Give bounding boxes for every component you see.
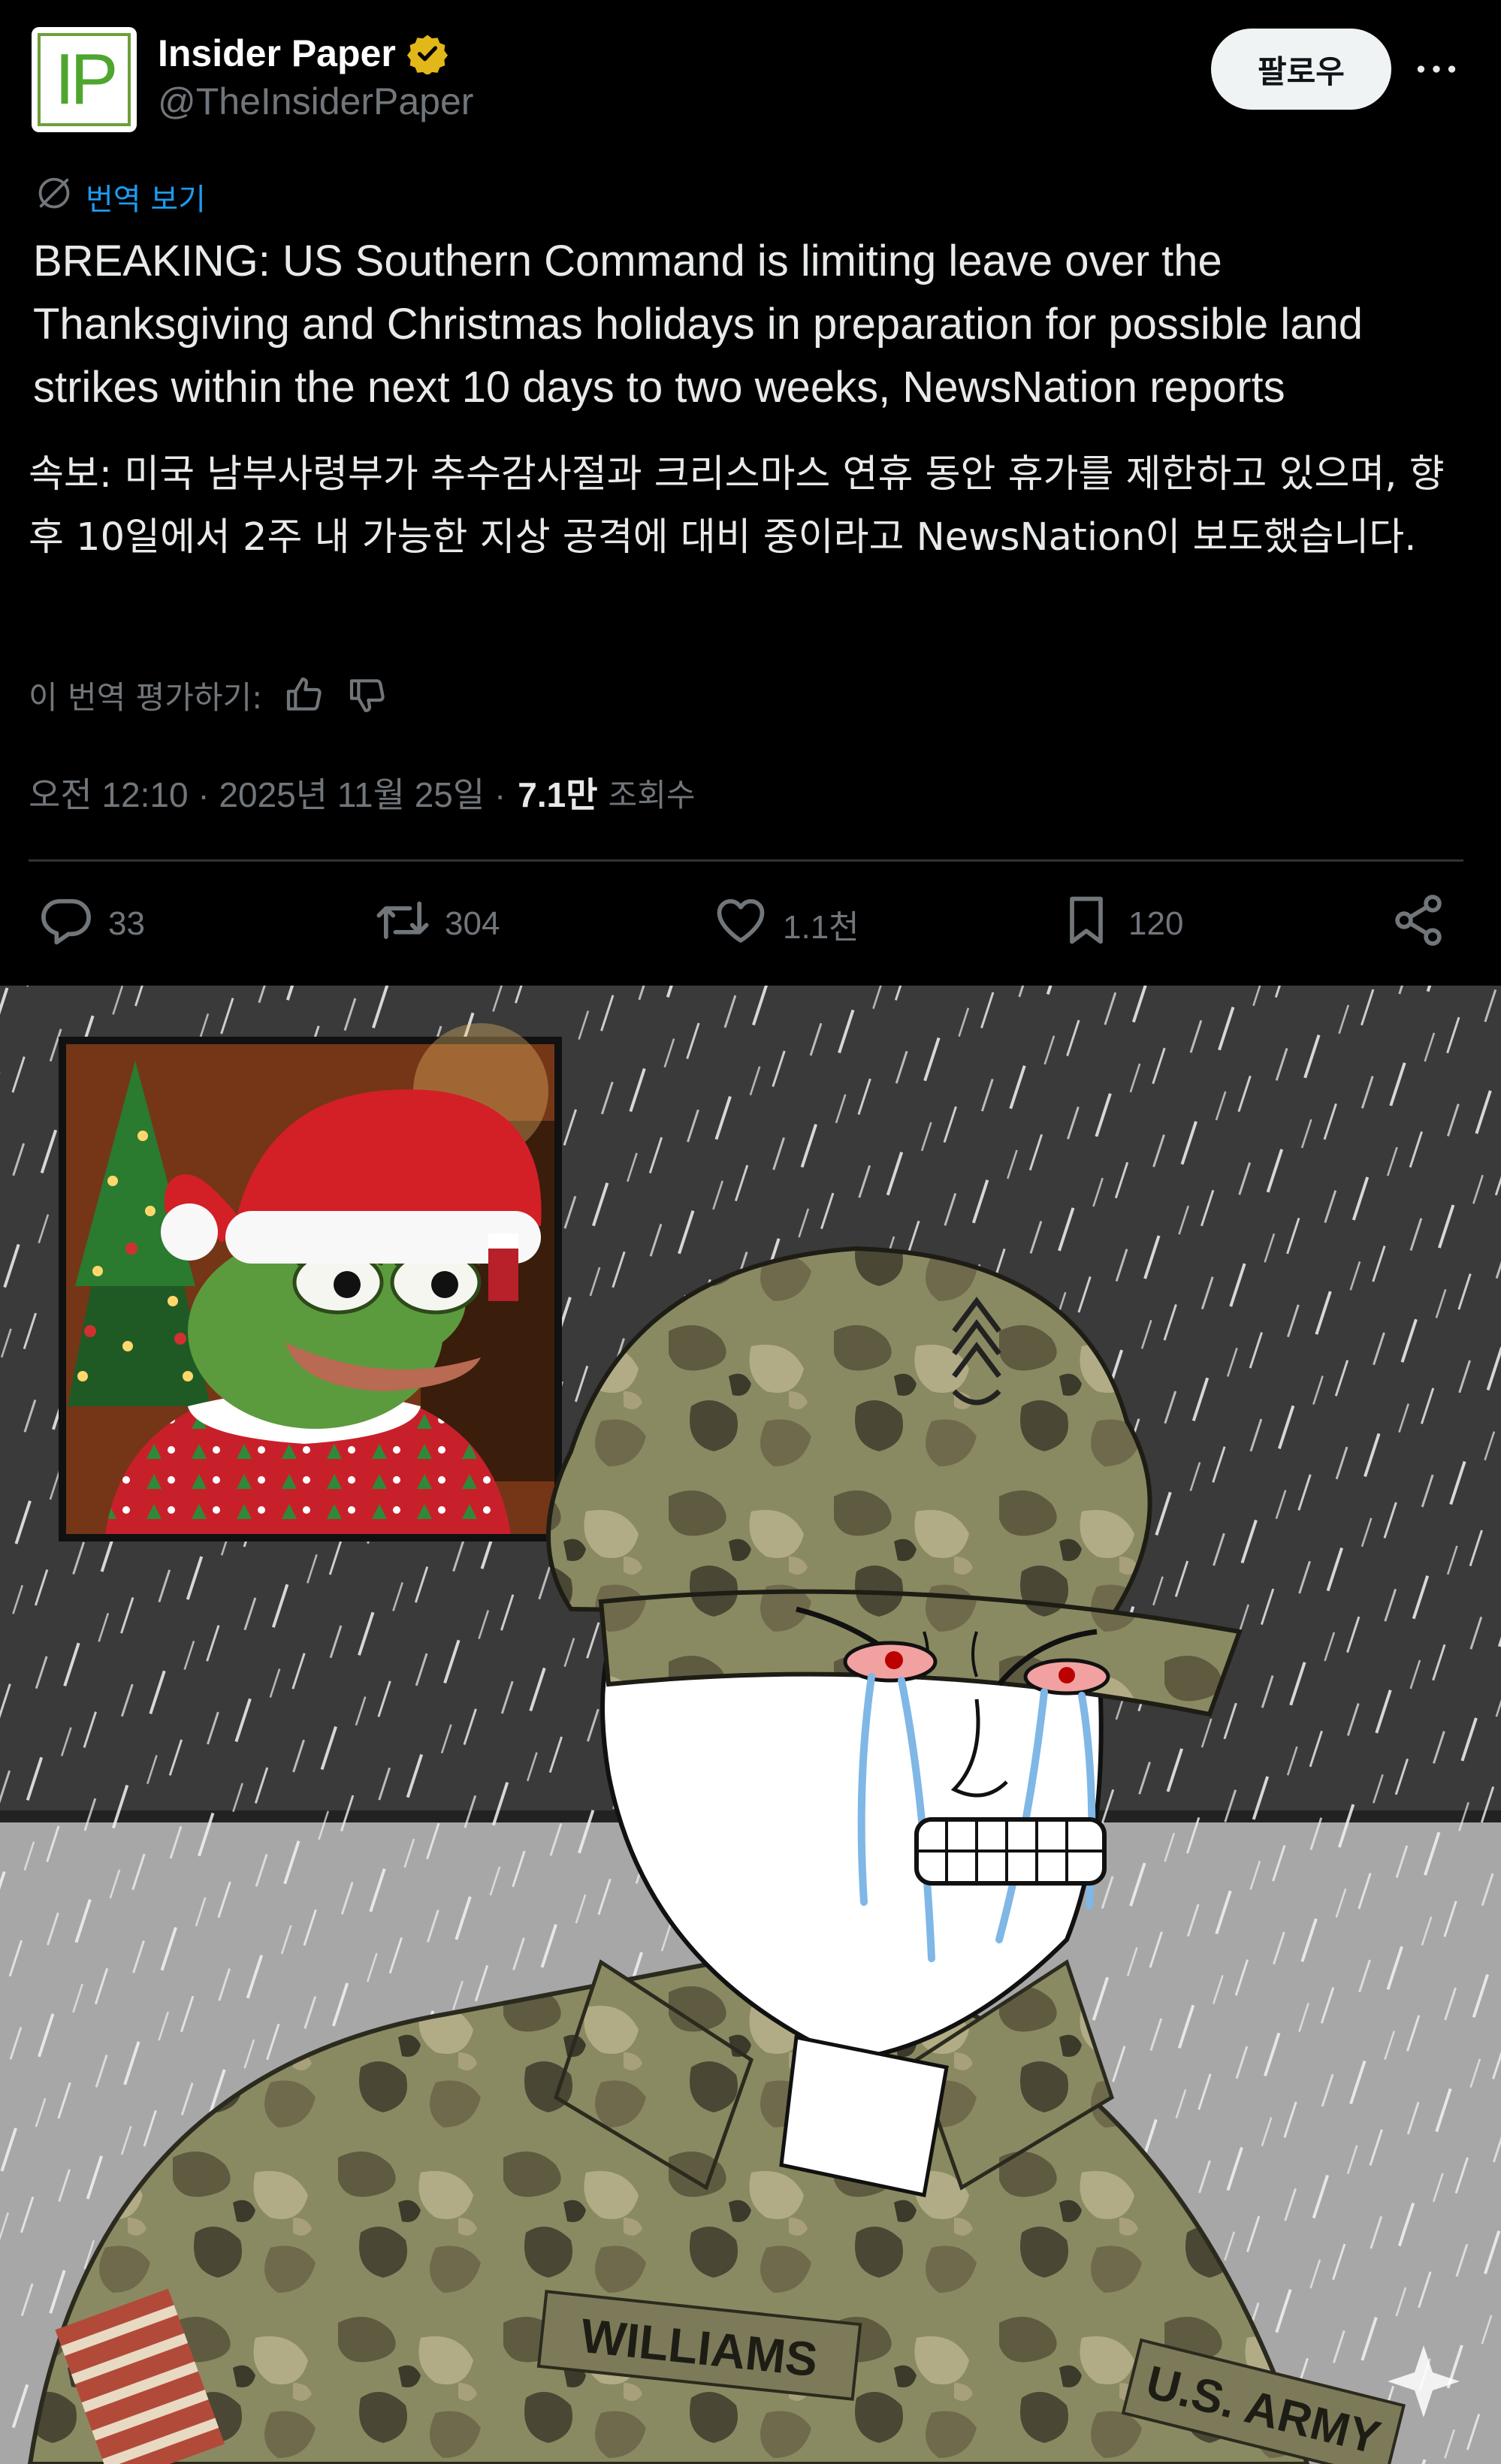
thumbs-up-icon[interactable] bbox=[283, 674, 325, 716]
avatar-logo: IP bbox=[38, 33, 131, 126]
tweet-translation: 속보: 미국 남부사령부가 추수감사절과 크리스마스 연휴 동안 휴가를 제한하… bbox=[29, 452, 1445, 560]
translate-icon bbox=[35, 174, 74, 220]
heart-icon bbox=[712, 892, 769, 957]
show-translation-link[interactable]: 번역 보기 bbox=[35, 176, 206, 218]
tweet-meta: 오전 12:10 · 2025년 11월 25일 · 7.1만 조회수 bbox=[29, 766, 695, 819]
bookmark-icon bbox=[1058, 892, 1115, 957]
author-name[interactable]: Insider Paper bbox=[158, 32, 396, 75]
rate-translation-label: 이 번역 평가하기: bbox=[29, 678, 263, 716]
share-icon bbox=[1390, 892, 1447, 957]
thumbs-down-icon[interactable] bbox=[346, 674, 388, 716]
meme-illustration: WILLIAMS U.S. ARMY bbox=[0, 986, 1501, 2464]
verified-badge-icon[interactable] bbox=[406, 32, 448, 74]
bookmark-count: 120 bbox=[1128, 905, 1184, 942]
reply-icon bbox=[38, 892, 95, 957]
like-button[interactable]: 1.1천 bbox=[712, 886, 859, 962]
tweet-media-image[interactable]: WILLIAMS U.S. ARMY bbox=[0, 986, 1501, 2464]
follow-button[interactable]: 팔로우 bbox=[1211, 29, 1391, 110]
tweet-header: IP Insider Paper @TheInsiderPaper 팔로우 bbox=[32, 27, 1469, 132]
author-name-row: Insider Paper bbox=[158, 27, 448, 80]
avatar[interactable]: IP bbox=[32, 27, 137, 132]
views-label: 조회수 bbox=[608, 776, 696, 814]
show-translation-label: 번역 보기 bbox=[86, 183, 206, 217]
retweet-button[interactable]: 304 bbox=[374, 886, 500, 962]
views-count: 7.1만 bbox=[518, 775, 598, 814]
retweet-icon bbox=[374, 892, 431, 957]
bookmark-button[interactable]: 120 bbox=[1058, 886, 1183, 962]
author-handle[interactable]: @TheInsiderPaper bbox=[158, 80, 473, 123]
reply-button[interactable]: 33 bbox=[38, 886, 145, 962]
rate-translation-row: 이 번역 평가하기: bbox=[29, 669, 388, 721]
tweet-text: BREAKING: US Southern Command is limitin… bbox=[33, 237, 1363, 412]
christmas-pepe-picture bbox=[59, 1023, 562, 1542]
divider bbox=[29, 859, 1463, 862]
more-dots-icon[interactable] bbox=[1414, 47, 1459, 92]
retweet-count: 304 bbox=[445, 905, 500, 942]
action-bar: 33 304 1.1천 120 bbox=[29, 886, 1463, 962]
share-button[interactable] bbox=[1390, 886, 1447, 962]
like-count: 1.1천 bbox=[783, 909, 859, 946]
reply-count: 33 bbox=[108, 905, 145, 942]
tweet-timestamp[interactable]: 오전 12:10 · 2025년 11월 25일 · bbox=[29, 768, 506, 817]
